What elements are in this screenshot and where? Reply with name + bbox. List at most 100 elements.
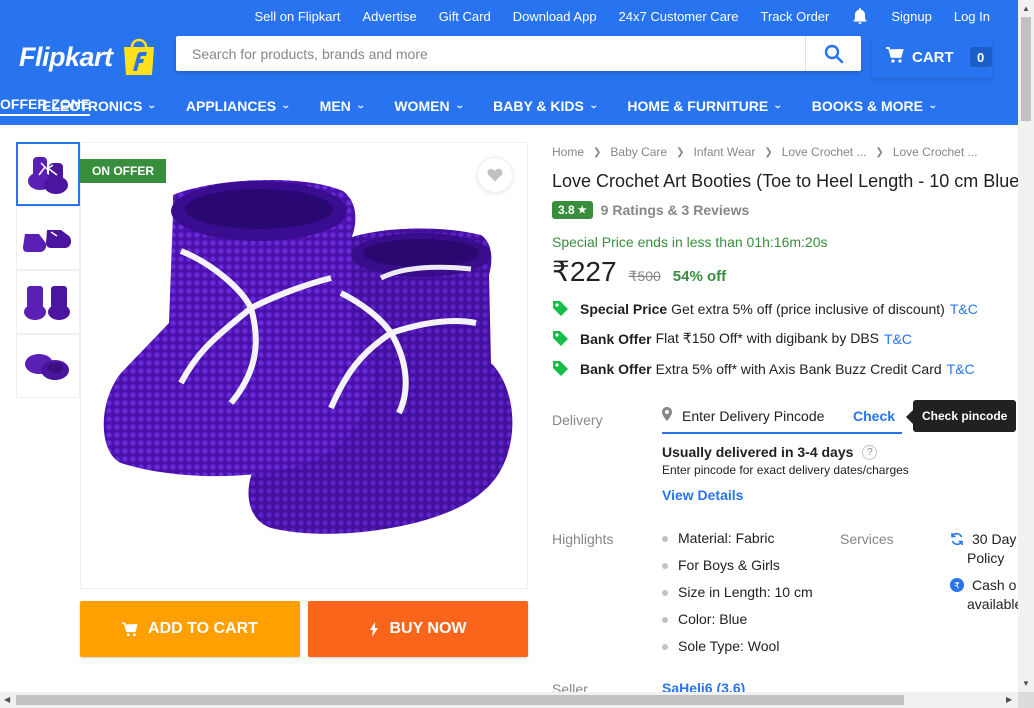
scroll-right-arrow-icon[interactable]: ▶ (1006, 695, 1012, 704)
chevron-down-icon: ⌄ (355, 100, 366, 110)
topbar-advertise-link[interactable]: Advertise (362, 9, 416, 24)
topbar-customer-care-link[interactable]: 24x7 Customer Care (619, 9, 739, 24)
cart-label: CART (912, 48, 954, 66)
delivery-label: Delivery (552, 412, 603, 428)
topbar-download-app-link[interactable]: Download App (513, 9, 597, 24)
terms-link[interactable]: T&C (884, 331, 912, 347)
rating-row: 3.8 ★ 9 Ratings & 3 Reviews (552, 201, 749, 219)
buy-now-label: BUY NOW (389, 620, 467, 637)
chevron-down-icon: ⌄ (927, 100, 938, 110)
nav-label: BABY & KIDS (493, 97, 584, 114)
topbar-track-order-link[interactable]: Track Order (761, 9, 830, 24)
bell-icon[interactable] (851, 7, 869, 25)
check-pincode-tooltip: Check pincode (905, 400, 1017, 432)
cart-icon (886, 46, 904, 68)
highlight-text: Material: Fabric (678, 530, 775, 546)
terms-link[interactable]: T&C (950, 301, 978, 317)
offer-item: Bank Offer Flat ₹150 Off* with digibank … (552, 330, 912, 347)
breadcrumb-baby-care[interactable]: Baby Care (610, 145, 667, 159)
horizontal-scroll-thumb[interactable] (16, 695, 904, 705)
location-pin-icon (662, 406, 672, 426)
rating-badge[interactable]: 3.8 ★ (552, 201, 593, 219)
scrollbar-corner (1018, 692, 1034, 708)
check-pincode-button[interactable]: Check (853, 408, 895, 424)
delivery-estimate-text: Usually delivered in 3-4 days (662, 444, 854, 460)
thumbnail-strip (16, 142, 80, 398)
on-offer-badge: ON OFFER (80, 159, 166, 183)
topbar-sell-link[interactable]: Sell on Flipkart (255, 9, 341, 24)
topbar-gift-card-link[interactable]: Gift Card (439, 9, 491, 24)
nav-label: HOME & FURNITURE (627, 97, 769, 114)
terms-link[interactable]: T&C (947, 361, 975, 377)
header: Sell on Flipkart Advertise Gift Card Dow… (0, 0, 1018, 125)
thumbnail-1[interactable] (16, 142, 80, 206)
price-tag-icon (552, 360, 570, 377)
breadcrumb-love-crochet[interactable]: Love Crochet ... (782, 145, 867, 159)
delivery-estimate: Usually delivered in 3-4 days ? (662, 444, 878, 460)
thumbnail-2[interactable] (16, 206, 80, 270)
offer-title: Bank Offer (580, 330, 652, 347)
chevron-right-icon: ❯ (676, 146, 685, 158)
services-label: Services (840, 531, 894, 547)
search-bar (176, 36, 861, 71)
highlight-text: Color: Blue (678, 611, 748, 627)
category-nav: ELECTRONICS ⌄ APPLIANCES ⌄ MEN ⌄ WOMEN ⌄ BAB… (0, 86, 1018, 125)
signup-link[interactable]: Signup (891, 9, 931, 24)
thumbnail-4[interactable] (16, 334, 80, 398)
search-input[interactable] (176, 36, 805, 71)
original-price: ₹500 (628, 268, 661, 284)
nav-baby-kids[interactable]: BABY & KIDS ⌄ (493, 97, 599, 114)
view-details-link[interactable]: View Details (662, 487, 743, 503)
bullet-icon (662, 617, 668, 623)
highlight-item: Size in Length: 10 cm (662, 584, 813, 611)
offer-item: Special Price Get extra 5% off (price in… (552, 300, 978, 317)
add-to-cart-button[interactable]: ADD TO CART (80, 601, 300, 657)
chevron-right-icon: ❯ (875, 146, 884, 158)
highlight-item: Material: Fabric (662, 530, 813, 557)
breadcrumb-home[interactable]: Home (552, 145, 584, 159)
nav-women[interactable]: WOMEN ⌄ (394, 98, 464, 114)
search-icon[interactable] (805, 36, 861, 71)
cart-icon (122, 621, 138, 637)
scroll-up-arrow-icon[interactable]: ▲ (1022, 4, 1030, 13)
cart-button[interactable]: CART 0 (872, 36, 992, 78)
offer-text: Get extra 5% off (price inclusive of dis… (671, 300, 945, 317)
scroll-left-arrow-icon[interactable]: ◀ (4, 695, 10, 704)
service-text: Policy (967, 550, 1005, 566)
heart-icon[interactable] (477, 157, 513, 193)
main-product-image[interactable] (80, 142, 528, 589)
horizontal-scrollbar[interactable]: ◀ ▶ (0, 692, 1034, 708)
chevron-down-icon: ⌄ (773, 100, 783, 110)
nav-appliances[interactable]: APPLIANCES ⌄ (186, 98, 291, 114)
offer-text: Extra 5% off* with Axis Bank Buzz Credit… (655, 360, 942, 377)
bullet-icon (662, 644, 668, 650)
help-icon[interactable]: ? (862, 444, 878, 460)
highlights-list: Material: Fabric For Boys & Girls Size i… (662, 530, 813, 665)
ratings-reviews-count[interactable]: 9 Ratings & 3 Reviews (601, 202, 750, 218)
service-text: Cash o (972, 577, 1017, 593)
nav-books-more[interactable]: BOOKS & MORE ⌄ (812, 98, 938, 114)
nav-men[interactable]: MEN ⌄ (320, 98, 366, 114)
logo-text: Flipkart (19, 41, 113, 72)
breadcrumb: Home ❯ Baby Care ❯ Infant Wear ❯ Love Cr… (552, 142, 1018, 162)
service-text: available (967, 596, 1023, 612)
thumbnail-3[interactable] (16, 270, 80, 334)
nav-home-furniture[interactable]: HOME & FURNITURE ⌄ (627, 97, 783, 114)
discount-percent: 54% off (672, 268, 727, 285)
buy-now-button[interactable]: BUY NOW (308, 601, 528, 657)
pincode-input[interactable] (682, 408, 847, 424)
login-link[interactable]: Log In (954, 9, 990, 24)
flipkart-logo[interactable]: Flipkart (19, 37, 159, 77)
rupee-icon: ₹ (950, 578, 964, 597)
breadcrumb-love-crochet-product[interactable]: Love Crochet ... (893, 145, 978, 159)
highlight-text: Size in Length: 10 cm (678, 584, 813, 600)
highlights-label: Highlights (552, 531, 614, 547)
vertical-scroll-thumb[interactable] (1021, 17, 1031, 121)
scroll-down-arrow-icon[interactable]: ▼ (1022, 679, 1030, 688)
add-to-cart-label: ADD TO CART (148, 620, 258, 637)
chevron-down-icon: ⌄ (588, 100, 599, 110)
vertical-scrollbar[interactable]: ▲ ▼ (1018, 0, 1034, 692)
product-title: Love Crochet Art Booties (Toe to Heel Le… (552, 171, 1026, 191)
breadcrumb-infant-wear[interactable]: Infant Wear (694, 145, 756, 159)
nav-offer-zone[interactable]: OFFER ZONE (0, 96, 91, 116)
